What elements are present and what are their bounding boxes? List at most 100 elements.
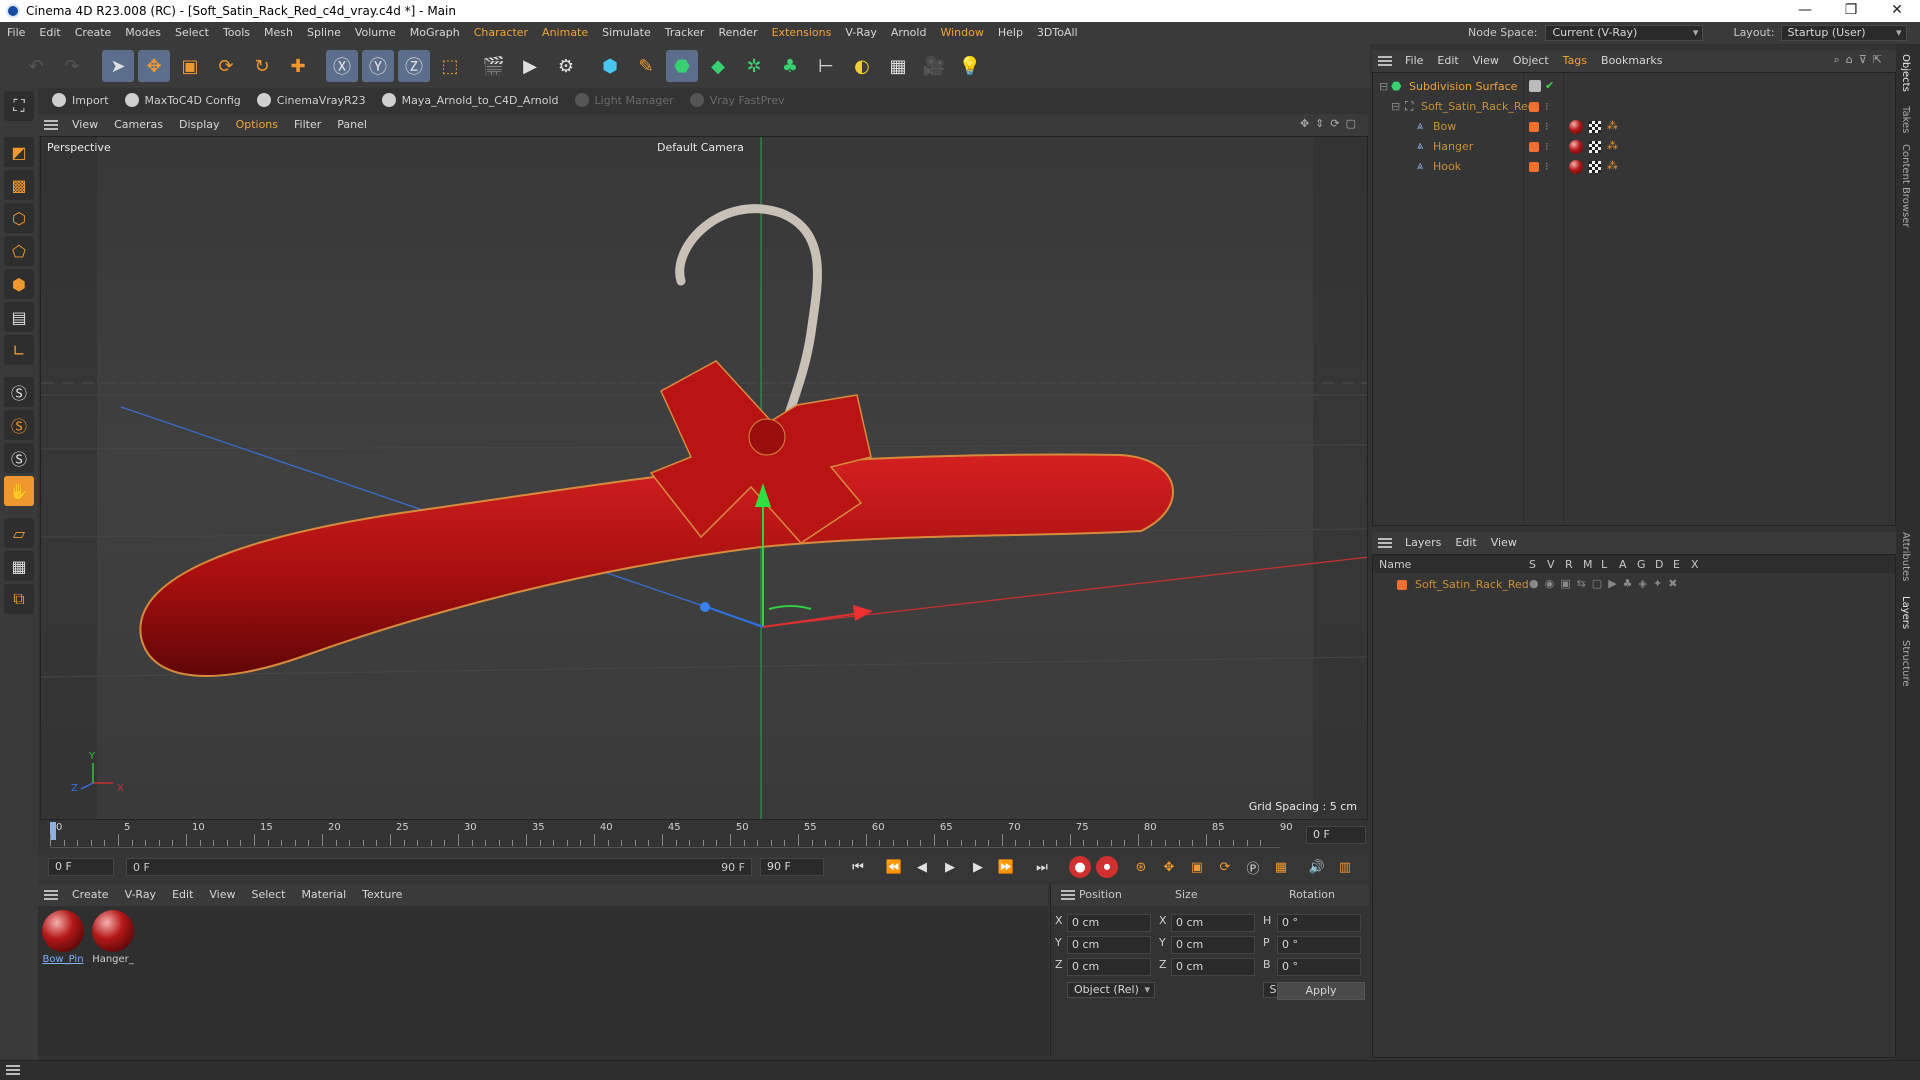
bow-knot[interactable]	[748, 418, 786, 456]
menu-help[interactable]: Help	[991, 22, 1030, 44]
scale-key-icon[interactable]: ▣	[1184, 855, 1210, 879]
coordinates-menu-icon[interactable]	[1061, 890, 1075, 900]
tab-objects[interactable]: Objects	[1900, 54, 1911, 92]
tab-structure[interactable]: Structure	[1900, 640, 1911, 687]
visibility-dots-icon[interactable]: ⁝	[1545, 140, 1549, 153]
viewport-perspective[interactable]: Perspective Default Camera Grid Spacing …	[40, 136, 1368, 820]
layer-color-dot[interactable]	[1529, 162, 1539, 172]
start-frame-field[interactable]: 0 F	[48, 858, 114, 876]
object-menu-file[interactable]: File	[1398, 50, 1430, 72]
camera-icon[interactable]: 🎥	[918, 50, 950, 82]
position-x-field[interactable]: 0 cm	[1067, 914, 1151, 932]
material-tag-icon[interactable]	[1569, 140, 1583, 154]
position-y-field[interactable]: 0 cm	[1067, 936, 1151, 954]
object-name[interactable]: Bow	[1433, 120, 1456, 133]
position-z-field[interactable]: 0 cm	[1067, 958, 1151, 976]
size-y-field[interactable]: 0 cm	[1171, 936, 1255, 954]
undo-icon[interactable]: ↶	[20, 50, 52, 82]
workplane-snap-icon[interactable]: Ⓢ	[4, 443, 34, 473]
make-editable-icon[interactable]: ⛶	[4, 91, 34, 121]
menu-file[interactable]: File	[0, 22, 32, 44]
material-menu-texture[interactable]: Texture	[354, 884, 410, 906]
viewport-menu-icon[interactable]	[44, 120, 58, 130]
menu-extensions[interactable]: Extensions	[765, 22, 839, 44]
render-picture-viewer-icon[interactable]: ▶	[514, 50, 546, 82]
keyframe-selection-icon[interactable]: ⊛	[1128, 855, 1154, 879]
status-menu-icon[interactable]	[6, 1065, 20, 1075]
expand-icon[interactable]: ⊟	[1391, 100, 1400, 113]
gizmo-plane-handle[interactable]	[768, 605, 812, 610]
layer-menu-icon[interactable]	[1378, 538, 1392, 548]
extrude-icon[interactable]: ◆	[702, 50, 734, 82]
layer-row[interactable]: Soft_Satin_Rack_Red ●◉▣⇆▢▶♣◈✦✖	[1373, 575, 1895, 595]
material-menu-edit[interactable]: Edit	[164, 884, 201, 906]
pla-key-icon[interactable]: ▦	[1268, 855, 1294, 879]
material-menu-create[interactable]: Create	[64, 884, 117, 906]
edge-mode-icon[interactable]: ⬠	[4, 236, 34, 266]
coordinate-mode-select[interactable]: Object (Rel)	[1067, 982, 1155, 998]
menu-tracker[interactable]: Tracker	[658, 22, 712, 44]
object-row-rack[interactable]: ⊟ ⛶ Soft_Satin_Rack_Red ⁝	[1373, 97, 1895, 117]
maya-arnold-plugin[interactable]: Maya_Arnold_to_C4D_Arnold	[374, 93, 567, 107]
material-tag-icon[interactable]	[1569, 120, 1583, 134]
sound-icon[interactable]: 🔊	[1304, 855, 1330, 879]
object-menu-view[interactable]: View	[1466, 50, 1506, 72]
deformer-icon[interactable]: ⊢	[810, 50, 842, 82]
menu-arnold[interactable]: Arnold	[884, 22, 934, 44]
menu-simulate[interactable]: Simulate	[595, 22, 658, 44]
uvw-tag-icon[interactable]	[1589, 141, 1601, 153]
snap-settings-icon[interactable]: Ⓢ	[4, 410, 34, 440]
menu-spline[interactable]: Spline	[300, 22, 348, 44]
object-menu-bookmarks[interactable]: Bookmarks	[1594, 50, 1669, 72]
coordinate-system-icon[interactable]: ⬚	[434, 50, 466, 82]
material-tag-icon[interactable]	[1569, 160, 1583, 174]
previous-frame-icon[interactable]: ◀	[909, 855, 935, 879]
point-mode-icon[interactable]: ⬡	[4, 203, 34, 233]
menu-create[interactable]: Create	[68, 22, 119, 44]
menu-select[interactable]: Select	[168, 22, 216, 44]
object-menu-object[interactable]: Object	[1506, 50, 1556, 72]
menu-mograph[interactable]: MoGraph	[403, 22, 467, 44]
ruler-track[interactable]: 0 5 10 15 20 25 30 35 40 45 50 55 60 65 70 75 80 85 90	[50, 822, 1293, 848]
locked-workplane-icon[interactable]: ⧉	[4, 584, 34, 614]
layer-menu-layers[interactable]: Layers	[1398, 532, 1448, 554]
material-menu-vray[interactable]: V-Ray	[117, 884, 165, 906]
render-settings-icon[interactable]: ⚙	[550, 50, 582, 82]
object-row-hanger[interactable]: ⩓ Hanger ⁝ ⁂	[1373, 137, 1895, 157]
close-button[interactable]: ✕	[1874, 0, 1920, 22]
field-icon[interactable]: ◐	[846, 50, 878, 82]
model-mode-icon[interactable]: ◩	[4, 137, 34, 167]
recent-tools-icon[interactable]: ↻	[246, 50, 278, 82]
move-gizmo-z[interactable]	[706, 606, 764, 628]
tab-takes[interactable]: Takes	[1900, 106, 1911, 133]
phong-tag-icon[interactable]: ⁂	[1607, 139, 1618, 152]
object-row-bow[interactable]: ⩓ Bow ⁝ ⁂	[1373, 117, 1895, 137]
size-z-field[interactable]: 0 cm	[1171, 958, 1255, 976]
create-tool-icon[interactable]: ✚	[282, 50, 314, 82]
axis-mode-icon[interactable]: ∟	[4, 335, 34, 365]
object-menu-icon[interactable]	[1378, 56, 1392, 66]
rotation-p-field[interactable]: 0 °	[1277, 936, 1361, 954]
maxtoc4d-config-plugin[interactable]: MaxToC4D Config	[117, 93, 249, 107]
viewport-menu-filter[interactable]: Filter	[286, 114, 329, 136]
subdivision-surface-icon[interactable]: ⬣	[666, 50, 698, 82]
menu-character[interactable]: Character	[467, 22, 535, 44]
next-frame-icon[interactable]: ▶	[965, 855, 991, 879]
minimize-button[interactable]: —	[1782, 0, 1828, 22]
spline-pen-icon[interactable]: ✎	[630, 50, 662, 82]
rotation-key-icon[interactable]: ⟳	[1212, 855, 1238, 879]
viewport-menu-view[interactable]: View	[64, 114, 106, 136]
cloner-icon[interactable]: ✲	[738, 50, 770, 82]
menu-vray[interactable]: V-Ray	[838, 22, 884, 44]
workplane-icon[interactable]: ▱	[4, 518, 34, 548]
layout-select[interactable]: Startup (User)	[1780, 25, 1907, 41]
object-menu-edit[interactable]: Edit	[1430, 50, 1465, 72]
boole-icon[interactable]: ♣	[774, 50, 806, 82]
import-plugin[interactable]: Import	[44, 93, 117, 107]
layer-name[interactable]: Soft_Satin_Rack_Red	[1415, 578, 1529, 591]
next-key-icon[interactable]: ⏩	[993, 855, 1019, 879]
vray-fastprev-plugin[interactable]: Vray FastPrev	[682, 93, 793, 107]
menu-tools[interactable]: Tools	[216, 22, 257, 44]
camera-label[interactable]: Default Camera	[657, 141, 744, 154]
visibility-dots-icon[interactable]: ⁝	[1545, 100, 1549, 113]
